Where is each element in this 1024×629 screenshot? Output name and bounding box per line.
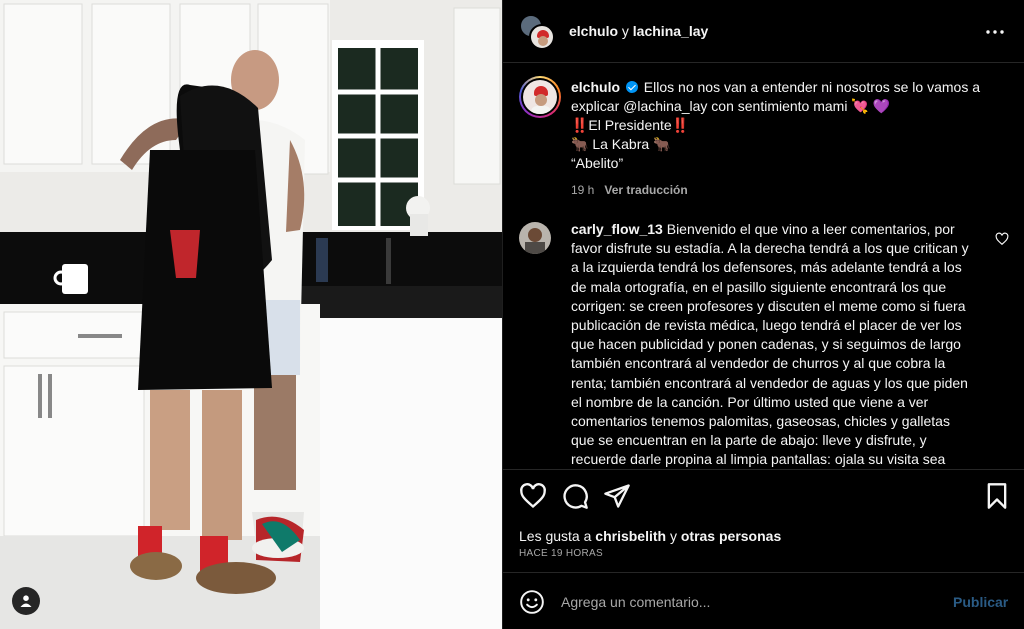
caption-text: elchulo Ellos no nos van a entender ni n… — [571, 78, 1001, 200]
collab-username-link[interactable]: lachina_lay — [633, 23, 709, 39]
kitchen-photo-illustration — [0, 0, 502, 629]
more-options-icon — [986, 30, 1004, 34]
caption-line: “Abelito” — [571, 155, 624, 171]
post-photo[interactable] — [0, 0, 502, 629]
comment-like-heart-icon[interactable] — [995, 232, 1009, 246]
caption-time[interactable]: 19 h — [571, 183, 594, 197]
avatar[interactable] — [529, 24, 555, 50]
comment-username-link[interactable]: carly_flow_13 — [571, 221, 663, 237]
caption-line: 🐂 La Kabra 🐂 — [571, 136, 671, 152]
post-side-panel: elchulo y lachina_lay elchulo Ellos no n… — [502, 0, 1024, 629]
add-comment-bar: Publicar — [503, 572, 1024, 629]
comment-avatar[interactable] — [519, 222, 551, 254]
caption-meta: 19 h Ver traducción — [571, 181, 1001, 200]
caption-line: Ellos no nos van a entender ni nosotros … — [643, 79, 980, 95]
likes-prefix: Les gusta a — [519, 528, 592, 544]
post-actions-bar — [503, 469, 1024, 521]
collab-avatars[interactable] — [519, 14, 555, 50]
caption-username-link[interactable]: elchulo — [571, 79, 620, 95]
user-tag-button[interactable] — [12, 587, 40, 615]
emoji-icon[interactable] — [519, 589, 545, 615]
user-tag-icon — [20, 595, 32, 607]
publish-button[interactable]: Publicar — [953, 594, 1008, 610]
post-author-title: elchulo y lachina_lay — [569, 23, 708, 39]
verified-icon — [625, 81, 638, 93]
comments-scroll-area[interactable]: elchulo Ellos no nos van a entender ni n… — [503, 64, 1024, 469]
comment-icon[interactable] — [561, 482, 589, 510]
see-translation-link[interactable]: Ver traducción — [604, 183, 687, 197]
bookmark-icon[interactable] — [983, 482, 1011, 510]
author-username-link[interactable]: elchulo — [569, 23, 618, 39]
likes-connector: y — [669, 528, 677, 544]
more-options-button[interactable] — [983, 20, 1007, 44]
caption-line: ‼️El Presidente‼️ — [571, 117, 690, 133]
comment-input[interactable] — [559, 585, 939, 619]
likes-summary: Les gusta a chrisbelith y otras personas — [519, 528, 781, 544]
likes-others-link[interactable]: otras personas — [681, 528, 781, 544]
likes-user-link[interactable]: chrisbelith — [595, 528, 666, 544]
post-header: elchulo y lachina_lay — [503, 0, 1024, 63]
share-icon[interactable] — [603, 482, 631, 510]
caption-line: explicar @lachina_lay con sentimiento ma… — [571, 98, 891, 114]
caption-avatar[interactable] — [519, 76, 561, 118]
like-heart-icon[interactable] — [519, 482, 547, 510]
author-connector: y — [621, 23, 629, 39]
post-timestamp[interactable]: HACE 19 HORAS — [519, 548, 603, 559]
comment-body: Bienvenido el que vino a leer comentario… — [571, 221, 969, 468]
comment-text: carly_flow_13 Bienvenido el que vino a l… — [571, 220, 975, 469]
